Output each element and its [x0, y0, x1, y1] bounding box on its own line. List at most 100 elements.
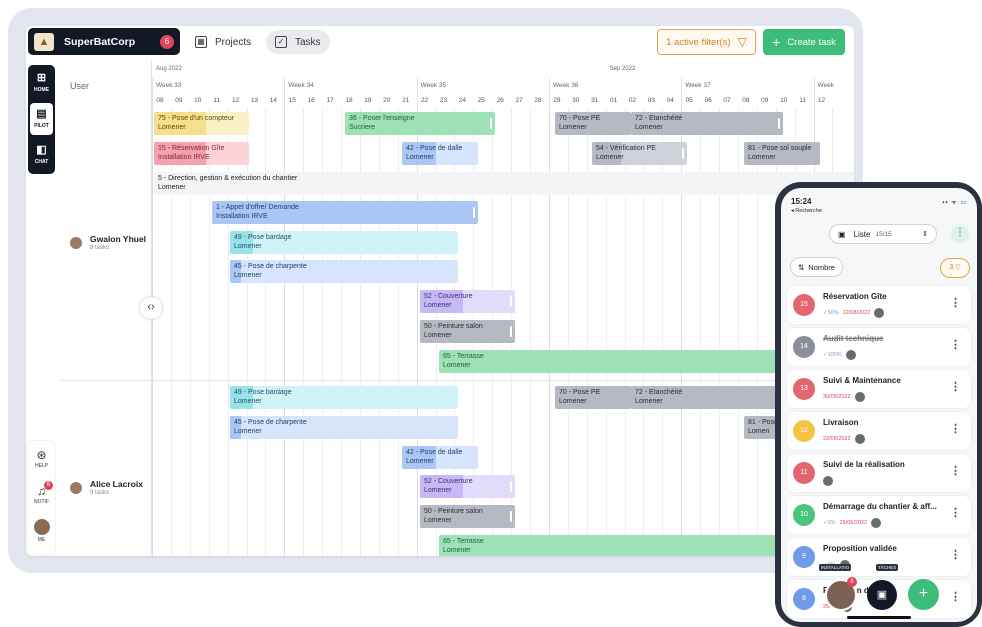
day-label: 08 [156, 97, 164, 104]
sidebar-item-chat[interactable]: ◧ CHAT [30, 139, 53, 171]
task-card[interactable]: 11 Suivi de la réalisation ⋮ [787, 454, 971, 492]
phone-screen: 15:24 ◂ Recherche ▪▪ ᯤ ▭ ▣ Liste 15/15 ⇕… [781, 188, 977, 622]
day-label: 31 [591, 97, 599, 104]
more-options-icon[interactable]: ⋮ [950, 422, 961, 435]
task-bar[interactable]: 42 - Pose de dalle Lomener [402, 142, 478, 165]
tab-tasks[interactable]: ✓ Tasks [266, 30, 330, 54]
task-bar[interactable]: 1 - Appel d'offre/ Demande Installation I… [212, 201, 478, 224]
day-label: 17 [326, 97, 334, 104]
create-task-button[interactable]: + Create task [763, 29, 845, 55]
task-card[interactable]: 14 Audit technique ✓100% ⋮ [787, 328, 971, 366]
avatar [70, 236, 82, 249]
task-bar[interactable]: 81 - Pose sol souple Lomener [744, 142, 820, 165]
sidebar-item-notifications[interactable]: ♫ 6 NOTIF [28, 481, 55, 505]
more-options-icon[interactable]: ⋮ [950, 380, 961, 393]
resize-grip[interactable] [510, 296, 512, 307]
resize-grip[interactable] [473, 207, 475, 218]
resize-grip[interactable] [510, 511, 512, 522]
task-bar[interactable]: 52 - Couverture Lomener [420, 290, 515, 313]
sidebar-item-pilot[interactable]: ▤ PILOT [30, 103, 53, 135]
week-divider [416, 78, 418, 108]
resize-grip[interactable] [510, 326, 512, 337]
resize-grip[interactable] [490, 118, 492, 129]
sidebar-item-me[interactable]: ME [28, 519, 55, 543]
task-bar[interactable]: 54 - Vérification PE Lomener [592, 142, 687, 165]
view-select[interactable]: ▣ Liste 15/15 ⇕ [829, 224, 937, 244]
user-task-count: 8 tasks [90, 245, 110, 251]
sidebar-item-help[interactable]: ⊛ HELP [28, 447, 55, 469]
task-bar-text: 70 - Pose PE Lomener [559, 114, 627, 132]
more-options-icon[interactable]: ⋮ [950, 338, 961, 351]
task-bar-text: 45 - Pose de charpente Lomener [234, 418, 454, 436]
resize-grip[interactable] [510, 481, 512, 492]
task-bar[interactable]: 65 - Terrasse Lomener [439, 535, 781, 556]
view-select-count: 15/15 [875, 230, 892, 238]
more-options-icon[interactable]: ⋮ [950, 548, 961, 561]
task-title: 49 - Pose bardage [234, 389, 292, 396]
user-row-alice[interactable]: Alice Lacroix 9 tasks [70, 479, 143, 496]
task-bar[interactable]: 72 - Etanchéité Lomener [631, 386, 783, 409]
task-card-meta: ✓0% 25/05/2022 [823, 518, 882, 528]
task-card[interactable]: 13 Suivi & Maintenance 30/05/2022 ⋮ [787, 370, 971, 408]
day-label: 06 [704, 97, 712, 104]
resize-grip[interactable] [682, 148, 684, 159]
user-row-gwalon[interactable]: Gwalon Yhuel 8 tasks [70, 234, 146, 251]
task-bar[interactable]: 65 - Terrasse Lomener [439, 350, 781, 373]
workspace-switcher[interactable]: ▲ SuperBatCorp 6 [28, 28, 180, 55]
task-title: 72 - Etanchéité [635, 389, 683, 396]
task-title: 70 - Pose PE [559, 115, 601, 122]
filter-icon: ▽ [955, 264, 961, 271]
active-filter-button[interactable]: 1 active filter(s) ▽ [657, 29, 756, 55]
sidebar-item-home[interactable]: ⊞ HOME [30, 67, 53, 99]
task-card[interactable]: 12 Livraison 22/06/2022 ⋮ [787, 412, 971, 450]
task-project: Lomener [406, 458, 434, 465]
task-bar[interactable]: 15 - Réservation Gîte Installation IRVE [154, 142, 249, 165]
task-bar[interactable]: 50 - Peinture salon Lomener [420, 320, 515, 343]
task-bar[interactable]: 42 - Pose de dalle Lomener [402, 446, 478, 469]
task-bar[interactable]: 70 - Pose PE Lomener [555, 386, 631, 409]
task-card-meta: 30/05/2022 [823, 392, 865, 402]
task-project: Lomener [234, 398, 262, 405]
company-name: SuperBatCorp [64, 35, 136, 48]
resize-handle[interactable]: ‹› [140, 297, 162, 319]
task-title: 5 - Direction, gestion & exécution du ch… [158, 175, 298, 182]
more-options-icon[interactable]: ⋮ [950, 590, 961, 603]
tasks-fab-button[interactable]: ▣ [867, 580, 897, 610]
task-bar[interactable]: 45 - Pose de charpente Lomener [230, 260, 458, 283]
more-options-icon[interactable]: ⋮ [950, 296, 961, 309]
more-options-icon[interactable]: ⋮ [950, 464, 961, 477]
task-bar[interactable]: 52 - Couverture Lomener [420, 475, 515, 498]
notification-badge: 6 [847, 577, 857, 587]
resize-grip[interactable] [778, 118, 780, 129]
user-row-divider [60, 380, 854, 381]
add-task-button[interactable]: + [908, 579, 939, 610]
filter-button[interactable]: 3 ▽ [940, 258, 970, 278]
task-bar[interactable]: 45 - Pose de charpente Lomener [230, 416, 458, 439]
task-project: Lomener [234, 428, 262, 435]
task-bar[interactable]: 5 - Direction, gestion & exécution du ch… [154, 172, 854, 195]
more-options-icon[interactable]: ⋮ [950, 506, 961, 519]
task-project: Installation IRVE [158, 154, 210, 161]
more-options-button[interactable]: ⋮ [951, 225, 969, 243]
task-card[interactable]: 15 Réservation Gîte ✓50% 12/08/2022 ⋮ [787, 286, 971, 324]
task-bar[interactable]: 70 - Pose PE Lomener [555, 112, 631, 135]
sidebar-item-label: HELP [34, 463, 49, 469]
task-bar[interactable]: 75 - Pose d'un compteur Lomener [154, 112, 249, 135]
task-bar-text: 75 - Pose d'un compteur Lomener [158, 114, 245, 132]
task-bar-text: 45 - Pose de charpente Lomener [234, 262, 454, 280]
task-bar[interactable]: 50 - Peinture salon Lomener [420, 505, 515, 528]
sort-button[interactable]: ⇅ Nombre [790, 257, 843, 277]
task-bar[interactable]: 49 - Pose bardage Lomener [230, 231, 458, 254]
day-label: 07 [723, 97, 731, 104]
task-project: Lomener [596, 154, 624, 161]
task-title: 65 - Terrasse [443, 353, 484, 360]
task-bar[interactable]: 49 - Pose bardage Lomener [230, 386, 458, 409]
back-link[interactable]: ◂ Recherche [791, 208, 822, 214]
task-card[interactable]: 10 Démarrage du chantier & aff... ✓0% 25/05… [787, 496, 971, 534]
day-label: 24 [458, 97, 466, 104]
task-card-title: Réservation Gîte [823, 292, 887, 301]
tab-projects[interactable]: ▦ Projects [186, 30, 260, 54]
task-bar[interactable]: 72 - Etanchéité Lomener [631, 112, 783, 135]
task-bar[interactable]: 36 - Poser l'enseigne Sucriere [345, 112, 495, 135]
task-bar-text: 72 - Etanchéité Lomener [635, 114, 779, 132]
